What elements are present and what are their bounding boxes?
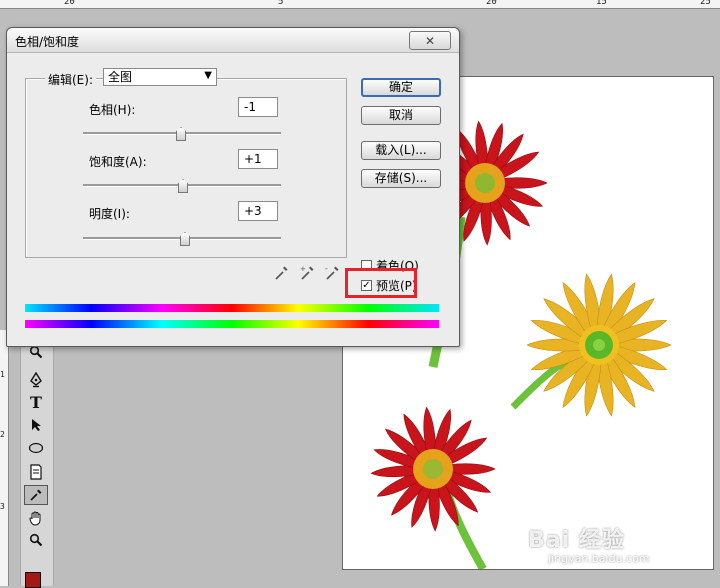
- eyedropper-plus-icon[interactable]: +: [299, 264, 315, 282]
- edit-label: 编辑(E):: [45, 71, 96, 88]
- svg-text:-: -: [325, 264, 328, 273]
- output-color-bar: [25, 320, 439, 328]
- type-glyph: T: [30, 392, 42, 412]
- type-icon[interactable]: T: [24, 392, 48, 412]
- saturation-input[interactable]: +1: [238, 149, 278, 169]
- watermark-url: jingyan.baidu.com: [548, 552, 650, 565]
- toolbox: T: [20, 340, 54, 588]
- hue-saturation-dialog: 色相/饱和度 ✕ 编辑(E): 全图 ▼ 色相(H): -1 饱和度(A): +…: [6, 27, 460, 347]
- lightness-input[interactable]: +3: [238, 201, 278, 221]
- ellipse-icon[interactable]: [24, 438, 48, 458]
- dialog-title: 色相/饱和度: [15, 35, 80, 49]
- lightness-label: 明度(I):: [89, 207, 130, 221]
- eyedropper-minus-icon[interactable]: -: [324, 264, 340, 282]
- eyedropper-icon[interactable]: [273, 264, 289, 282]
- cancel-button[interactable]: 取消: [361, 106, 441, 125]
- dialog-titlebar[interactable]: 色相/饱和度 ✕: [7, 28, 459, 53]
- svg-text:+: +: [300, 265, 306, 273]
- ruler-label: 3: [0, 502, 5, 511]
- top-ruler: 20 5 20 15 25: [0, 0, 720, 9]
- preview-highlight-box: [345, 268, 417, 298]
- ruler-label: 25: [700, 0, 711, 7]
- watermark-logo: Bai 经验: [528, 528, 625, 553]
- ruler-label: 1: [0, 370, 5, 379]
- left-ruler: 1 2 3: [0, 330, 9, 586]
- edit-dropdown[interactable]: 全图 ▼: [103, 68, 217, 86]
- hue-input[interactable]: -1: [238, 97, 278, 117]
- ruler-label: 5: [278, 0, 284, 7]
- eyedropper-icon[interactable]: [24, 485, 48, 505]
- notes-icon[interactable]: [24, 462, 48, 482]
- save-button[interactable]: 存储(S)...: [361, 169, 441, 188]
- close-button[interactable]: ✕: [409, 31, 451, 50]
- edit-dropdown-value: 全图: [108, 70, 133, 84]
- ruler-label: 20: [486, 0, 497, 7]
- adjustment-group: [25, 78, 347, 258]
- ruler-label: 15: [596, 0, 607, 7]
- ruler-label: 20: [64, 0, 75, 7]
- hue-label: 色相(H):: [89, 103, 136, 117]
- load-button[interactable]: 载入(L)...: [361, 141, 441, 160]
- close-icon: ✕: [424, 33, 436, 48]
- ruler-label: 2: [0, 430, 5, 439]
- path-select-icon[interactable]: [24, 415, 48, 435]
- pen-icon[interactable]: [24, 370, 48, 390]
- ok-button[interactable]: 确定: [361, 78, 441, 97]
- chevron-down-icon: ▼: [204, 70, 212, 81]
- hand-icon[interactable]: [24, 508, 48, 528]
- saturation-label: 饱和度(A):: [89, 155, 147, 169]
- zoom-icon[interactable]: [24, 530, 48, 550]
- input-color-bar: [25, 304, 439, 312]
